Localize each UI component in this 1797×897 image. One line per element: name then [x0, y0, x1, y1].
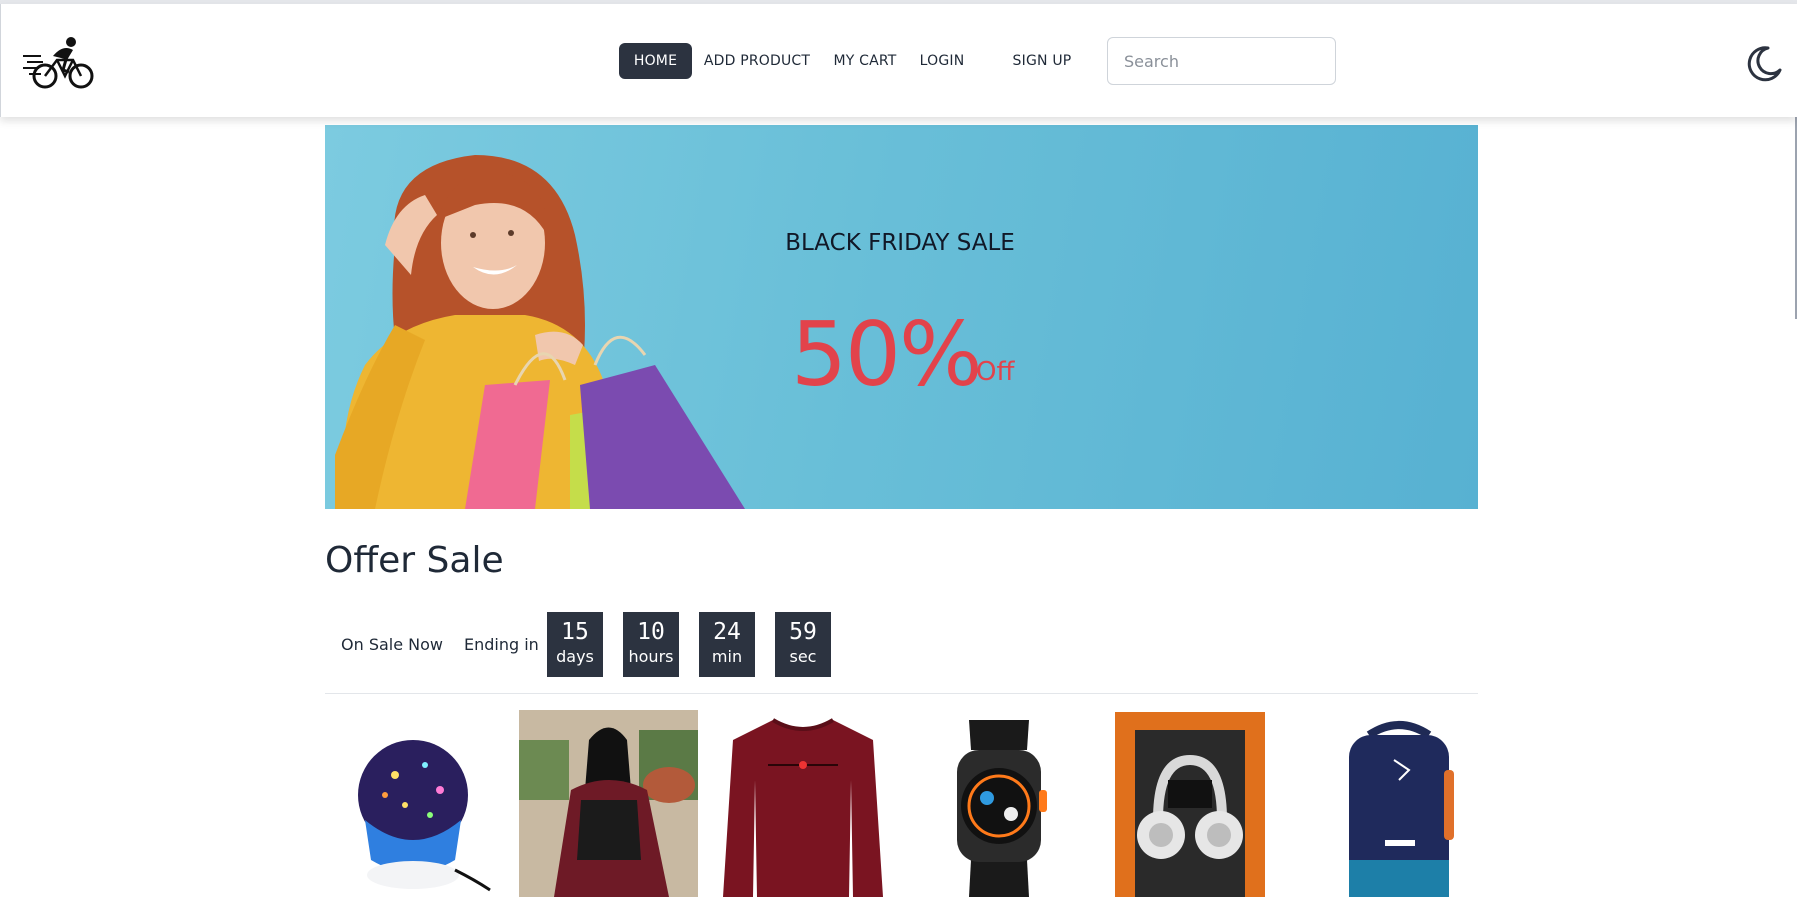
hero-title: BLACK FRIDAY SALE: [785, 230, 1015, 256]
maroon-tshirt-image: [713, 710, 892, 897]
offer-sale-heading: Offer Sale: [325, 540, 504, 581]
headphones-box-image: [1113, 710, 1292, 897]
nav-add-product[interactable]: ADD PRODUCT: [699, 43, 815, 79]
offer-countdown: On Sale Now Ending in 15 days 10 hours 2…: [325, 612, 1478, 678]
countdown-sec: 59 sec: [775, 612, 831, 677]
product-card[interactable]: [325, 710, 504, 897]
moon-icon[interactable]: [1744, 44, 1784, 84]
nav-sign-up[interactable]: SIGN UP: [1006, 43, 1078, 79]
countdown-hours-unit: hours: [628, 647, 674, 666]
nav-home[interactable]: HOME: [619, 43, 692, 79]
countdown-hours: 10 hours: [623, 612, 679, 677]
search-input[interactable]: [1107, 37, 1336, 85]
countdown-sec-unit: sec: [789, 647, 817, 666]
hero-discount: 50%: [791, 303, 983, 406]
ending-in-label: Ending in: [464, 635, 539, 654]
hero-banner[interactable]: BLACK FRIDAY SALE 50% Off: [325, 125, 1478, 509]
countdown-sec-value: 59: [789, 619, 817, 645]
countdown-min-value: 24: [713, 619, 741, 645]
product-card[interactable]: [1113, 710, 1292, 897]
countdown-days-value: 15: [561, 619, 589, 645]
nav-login[interactable]: LOGIN: [911, 43, 973, 79]
product-card[interactable]: [713, 710, 892, 897]
product-card[interactable]: [1299, 710, 1478, 897]
on-sale-now-label: On Sale Now: [341, 635, 443, 654]
countdown-min: 24 min: [699, 612, 755, 677]
countdown-days-unit: days: [556, 647, 594, 666]
navbar: HOME ADD PRODUCT MY CART LOGIN SIGN UP: [0, 4, 1797, 117]
nav-my-cart[interactable]: MY CART: [829, 43, 901, 79]
hijab-abaya-image: [519, 710, 698, 897]
product-card[interactable]: [907, 710, 1086, 897]
star-projector-lamp-image: [325, 710, 504, 897]
smartwatch-image: [907, 710, 1086, 897]
cyclist-logo-icon[interactable]: [23, 34, 97, 90]
section-divider: [325, 693, 1478, 694]
hero-off-label: Off: [976, 357, 1015, 387]
countdown-hours-value: 10: [637, 619, 665, 645]
sports-backpack-image: [1299, 710, 1478, 897]
countdown-min-unit: min: [711, 647, 743, 666]
woman-shopping-bags-image: [335, 155, 745, 509]
product-card[interactable]: [519, 710, 698, 897]
countdown-days: 15 days: [547, 612, 603, 677]
offer-products: [325, 710, 1478, 897]
